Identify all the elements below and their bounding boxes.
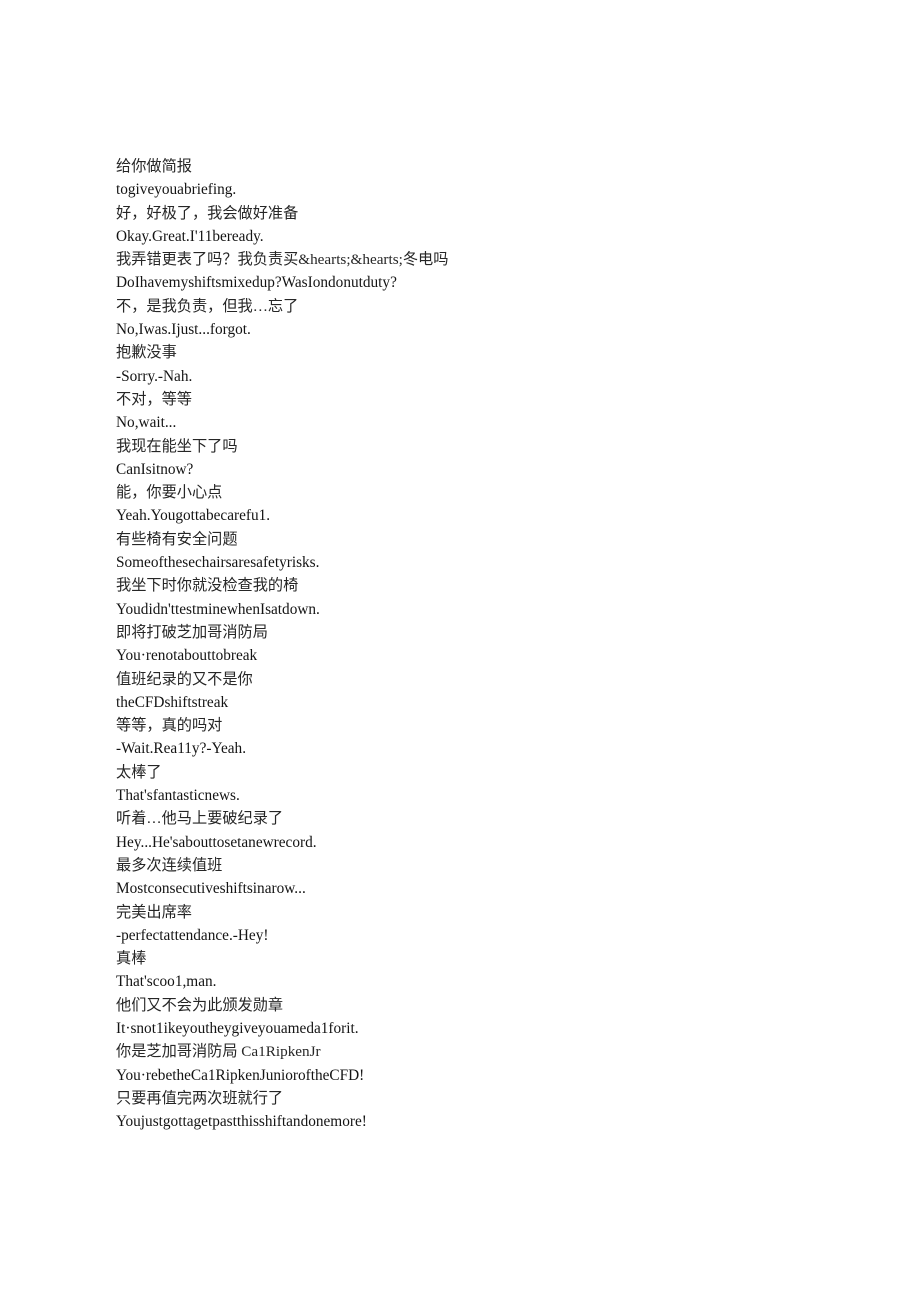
- subtitle-line-zh: 有些椅有安全问题: [116, 530, 238, 548]
- subtitle-line-en: It·snot1ikeyoutheygiveyouameda1forit.: [116, 1019, 359, 1037]
- subtitle-line-zh: 最多次连续值班: [116, 856, 223, 874]
- subtitle-line-en: CanIsitnow?: [116, 460, 194, 478]
- subtitle-line-en: togiveyouabriefing.: [116, 181, 237, 199]
- subtitle-line-zh: 太棒了: [116, 763, 162, 781]
- subtitle-line-zh: 能，你要小心点: [116, 484, 223, 502]
- subtitle-line-zh: 完美出席率: [116, 903, 192, 921]
- subtitle-line-zh: 值班纪录的又不是你: [116, 670, 253, 688]
- subtitle-line-en: No,wait...: [116, 414, 177, 432]
- subtitle-line-en: Yeah.Yougottabecarefu1.: [116, 507, 271, 525]
- subtitle-line-zh: 不，是我负责，但我…忘了: [116, 297, 299, 315]
- subtitle-line-zh: 即将打破芝加哥消防局: [116, 623, 268, 641]
- subtitle-line-zh: 他们又不会为此颁发勋章: [116, 996, 284, 1014]
- subtitle-line-en: Mostconsecutiveshiftsinarow...: [116, 880, 306, 898]
- subtitle-line-en: Someofthesechairsaresafetyrisks.: [116, 554, 320, 572]
- subtitle-line-en: Youjustgottagetpastthisshiftandonemore!: [116, 1113, 367, 1131]
- document-page: 给你做简报 togiveyouabriefing. 好，好极了，我会做好准备 Okay…: [0, 0, 920, 1301]
- subtitle-line-en: That'scoo1,man.: [116, 973, 217, 991]
- subtitle-line-en: Hey...He'sabouttosetanewrecord.: [116, 833, 317, 851]
- subtitle-line-en: DoIhavemyshiftsmixedup?WasIondonutduty?: [116, 274, 397, 292]
- subtitle-line-zh: 听着…他马上要破纪录了: [116, 810, 284, 828]
- subtitle-line-zh: 真棒: [116, 950, 147, 968]
- subtitle-line-zh: 你是芝加哥消防局 Ca1RipkenJr: [116, 1043, 321, 1061]
- subtitle-line-en: You·renotabouttobreak: [116, 647, 258, 665]
- subtitle-line-zh: 好，好极了，我会做好准备: [116, 204, 299, 222]
- subtitle-line-zh: 我现在能坐下了吗: [116, 437, 238, 455]
- subtitle-line-en: -Wait.Rea11y?-Yeah.: [116, 740, 247, 758]
- subtitle-line-zh: 不对，等等: [116, 390, 192, 408]
- subtitle-line-zh: 只要再值完两次班就行了: [116, 1089, 284, 1107]
- subtitle-line-zh: 等等，真的吗对: [116, 717, 223, 735]
- subtitle-line-zh: 给你做简报: [116, 158, 192, 175]
- subtitle-line-en: theCFDshiftstreak: [116, 693, 229, 711]
- subtitle-line-en: -Sorry.-Nah.: [116, 367, 193, 385]
- subtitle-line-zh: 抱歉没事: [116, 344, 177, 362]
- subtitle-line-en: -perfectattendance.-Hey!: [116, 926, 269, 944]
- transcript-body: 给你做简报 togiveyouabriefing. 好，好极了，我会做好准备 Okay…: [116, 155, 876, 1133]
- subtitle-line-en: Okay.Great.I'11beready.: [116, 227, 264, 245]
- subtitle-line-en: No,Iwas.Ijust...forgot.: [116, 321, 251, 339]
- subtitle-line-en: That'sfantasticnews.: [116, 787, 240, 805]
- subtitle-line-zh: 我弄错更表了吗？我负责买&hearts;&hearts;冬电吗: [116, 251, 449, 269]
- subtitle-line-en: Youdidn'ttestminewhenIsatdown.: [116, 600, 320, 618]
- subtitle-line-zh: 我坐下时你就没检查我的椅: [116, 577, 299, 595]
- subtitle-line-en: You·rebetheCa1RipkenJunioroftheCFD!: [116, 1066, 365, 1084]
